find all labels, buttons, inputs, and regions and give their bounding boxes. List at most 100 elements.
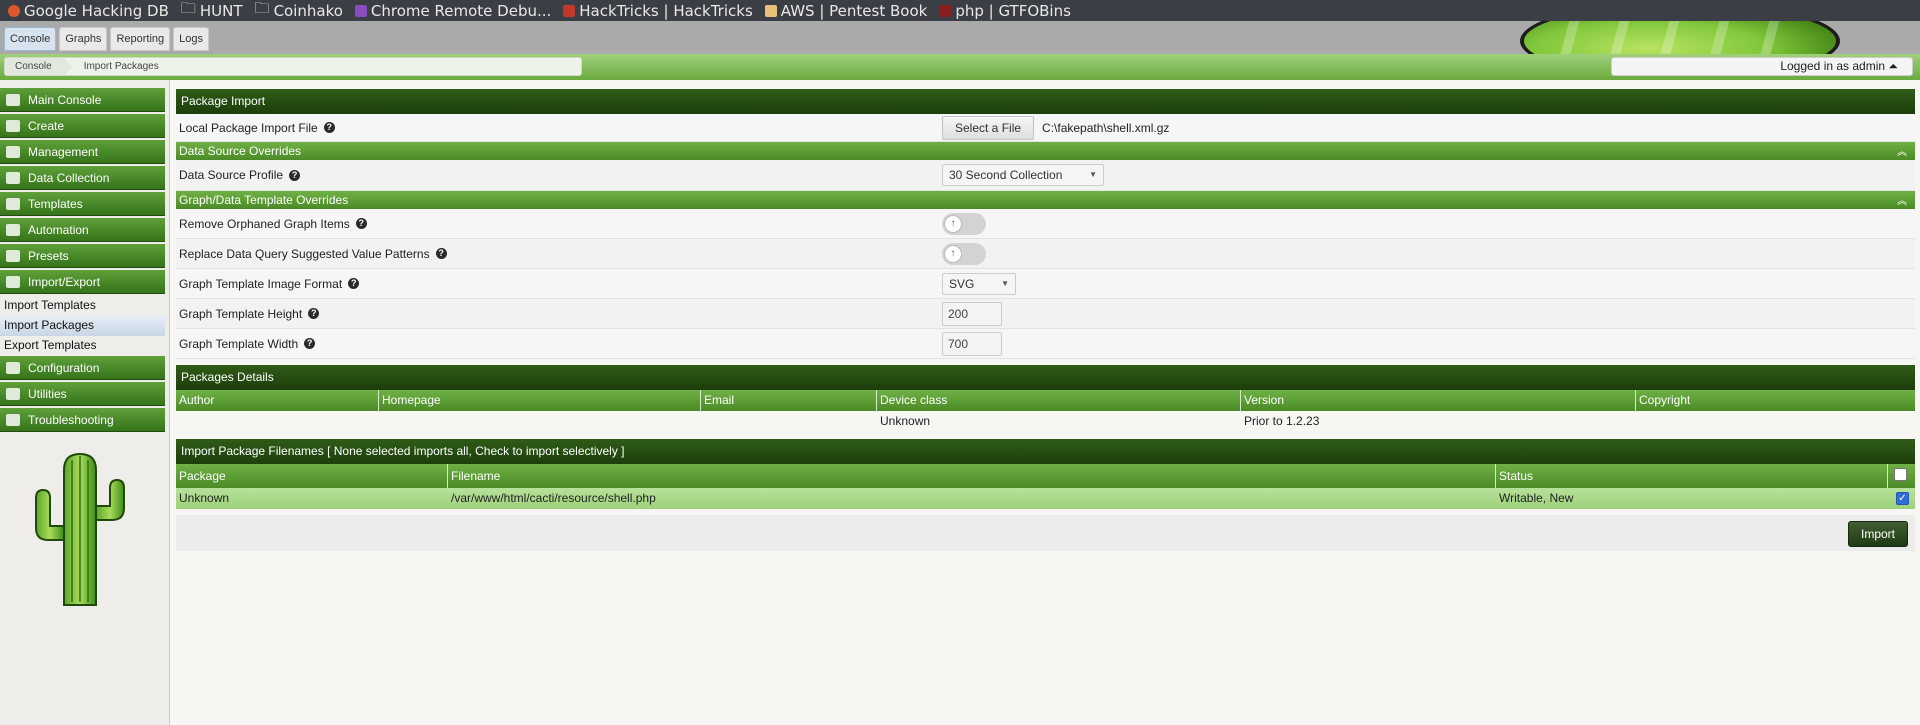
- image-format-select[interactable]: SVG ▼: [942, 272, 1016, 295]
- cactus-banner-logo: [1520, 21, 1840, 54]
- folder-icon: 🗀: [180, 0, 196, 17]
- tab-console[interactable]: Console: [4, 27, 57, 51]
- arrow-up-icon: ↑: [944, 214, 962, 233]
- ghdb-icon: [8, 4, 20, 17]
- data-source-profile-row: Data Source Profile? 30 Second Collectio…: [176, 160, 1915, 191]
- breadcrumb-console[interactable]: Console: [5, 58, 72, 75]
- template-width-input[interactable]: 700: [942, 331, 1002, 356]
- bookmark-ghdb[interactable]: Google Hacking DB: [8, 2, 169, 20]
- tab-logs[interactable]: Logs: [173, 27, 209, 51]
- breadcrumb: Console Import Packages: [4, 57, 582, 76]
- help-icon[interactable]: ?: [289, 169, 301, 181]
- sliders-icon: [6, 361, 20, 374]
- gtfobins-icon: [939, 4, 952, 17]
- pentestbook-icon: [764, 4, 777, 17]
- bug-icon: [6, 413, 20, 426]
- sidebar-item-main-console[interactable]: Main Console: [0, 88, 165, 112]
- bookmark-hacktricks[interactable]: HackTricks | HackTricks: [563, 2, 753, 20]
- tab-graphs[interactable]: Graphs: [59, 27, 108, 51]
- bookmark-coinhako[interactable]: 🗀 Coinhako: [255, 0, 343, 23]
- home-icon: [6, 145, 20, 158]
- cactus-logo: [35, 452, 125, 606]
- filename-value: /var/www/html/cacti/resource/shell.php: [451, 491, 656, 505]
- version-value: Prior to 1.2.23: [1244, 414, 1320, 428]
- import-button[interactable]: Import: [1847, 521, 1908, 547]
- sidebar-subitem-import-templates[interactable]: Import Templates: [0, 296, 165, 316]
- status-value: Writable, New: [1499, 491, 1574, 505]
- sidebar-item-troubleshooting[interactable]: Troubleshooting: [0, 408, 165, 432]
- sidebar-subitem-export-templates[interactable]: Export Templates: [0, 336, 165, 356]
- file-select-checkbox[interactable]: ✓: [1896, 492, 1909, 505]
- bookmark-pentestbook[interactable]: AWS | Pentest Book: [764, 2, 927, 20]
- refresh-icon: [6, 223, 20, 236]
- chart-icon: [6, 119, 20, 132]
- help-icon[interactable]: ?: [323, 122, 335, 133]
- help-icon[interactable]: ?: [435, 248, 447, 259]
- sidebar-item-create[interactable]: Create: [0, 114, 165, 138]
- select-file-button[interactable]: Select a File: [942, 115, 1035, 140]
- help-icon[interactable]: ?: [355, 218, 367, 229]
- table-row[interactable]: Unknown /var/www/html/cacti/resource/she…: [176, 488, 1915, 509]
- sidebar-item-data-collection[interactable]: Data Collection: [0, 166, 165, 190]
- column-author: Author: [176, 390, 379, 411]
- selected-file-path: C:\fakepath\shell.xml.gz: [1042, 120, 1170, 135]
- graph-template-overrides-header[interactable]: Graph/Data Template Overrides ︽: [176, 191, 1915, 209]
- column-version: Version: [1241, 390, 1636, 411]
- table-row: Unknown Prior to 1.2.23: [176, 411, 1915, 432]
- column-email: Email: [701, 390, 877, 411]
- column-device-class: Device class: [877, 390, 1241, 411]
- collapse-icon[interactable]: ︽: [1897, 144, 1907, 162]
- replace-patterns-row: Replace Data Query Suggested Value Patte…: [176, 239, 1915, 269]
- column-homepage: Homepage: [379, 390, 701, 411]
- sidebar-item-management[interactable]: Management: [0, 140, 165, 164]
- sidebar-item-import-export[interactable]: Import/Export: [0, 270, 165, 294]
- template-height-row: Graph Template Height? 200: [176, 299, 1915, 329]
- local-file-label: Local Package Import File: [179, 120, 318, 135]
- remove-orphaned-toggle[interactable]: ↑: [942, 212, 986, 235]
- sidebar-item-automation[interactable]: Automation: [0, 218, 165, 242]
- help-icon[interactable]: ?: [308, 308, 320, 319]
- map-icon: [6, 93, 20, 106]
- data-source-profile-select[interactable]: 30 Second Collection ▼: [942, 164, 1104, 186]
- breadcrumb-import-packages: Import Packages: [83, 61, 159, 72]
- help-icon[interactable]: ?: [348, 278, 360, 289]
- collapse-icon[interactable]: ︽: [1897, 193, 1907, 211]
- data-source-overrides-header[interactable]: Data Source Overrides ︽: [176, 142, 1915, 160]
- select-all-checkbox[interactable]: [1894, 468, 1907, 481]
- template-width-label: Graph Template Width: [179, 336, 299, 351]
- chevron-down-icon: ▼: [1001, 278, 1009, 288]
- data-source-profile-label: Data Source Profile: [179, 168, 284, 182]
- template-height-label: Graph Template Height: [179, 306, 303, 321]
- hacktricks-icon: [563, 4, 576, 17]
- sidebar-item-presets[interactable]: Presets: [0, 244, 165, 268]
- exchange-icon: [6, 275, 20, 288]
- remove-orphaned-row: Remove Orphaned Graph Items? ↑: [176, 209, 1915, 239]
- local-file-row: Local Package Import File? Select a File…: [176, 114, 1915, 142]
- import-actions-bar: Import: [176, 515, 1915, 551]
- bookmark-hunt[interactable]: 🗀 HUNT: [181, 0, 243, 23]
- bookmark-chrome-remote[interactable]: Chrome Remote Debu...: [354, 2, 551, 20]
- replace-patterns-label: Replace Data Query Suggested Value Patte…: [179, 246, 430, 261]
- gears-icon: [6, 387, 20, 400]
- sidebar: Main Console Create Management Data Coll…: [0, 80, 170, 725]
- tab-reporting[interactable]: Reporting: [110, 27, 171, 51]
- sidebar-item-templates[interactable]: Templates: [0, 192, 165, 216]
- user-menu[interactable]: Logged in as admin ⏶: [1611, 57, 1913, 76]
- help-icon[interactable]: ?: [304, 338, 316, 349]
- folder-icon: 🗀: [254, 0, 270, 17]
- bookmarks-bar: Google Hacking DB 🗀 HUNT 🗀 Coinhako Chrome…: [0, 0, 1920, 21]
- sidebar-subitem-import-packages[interactable]: Import Packages: [0, 316, 165, 336]
- column-copyright: Copyright: [1639, 393, 1691, 407]
- breadcrumb-bar: Console Import Packages Logged in as adm…: [0, 54, 1920, 80]
- sidebar-item-configuration[interactable]: Configuration: [0, 356, 165, 380]
- sidebar-item-utilities[interactable]: Utilities: [0, 382, 165, 406]
- import-filenames-header: Import Package Filenames [ None selected…: [176, 439, 1915, 464]
- remove-orphaned-label: Remove Orphaned Graph Items: [179, 216, 350, 231]
- bookmark-gtfobins[interactable]: php | GTFOBins: [939, 2, 1071, 20]
- import-filenames-columns: Package Filename Status: [176, 464, 1915, 488]
- database-icon: [6, 171, 20, 184]
- image-format-row: Graph Template Image Format? SVG ▼: [176, 269, 1915, 299]
- replace-patterns-toggle[interactable]: ↑: [942, 242, 986, 265]
- template-height-input[interactable]: 200: [942, 301, 1002, 326]
- chrome-remote-icon: [354, 4, 367, 17]
